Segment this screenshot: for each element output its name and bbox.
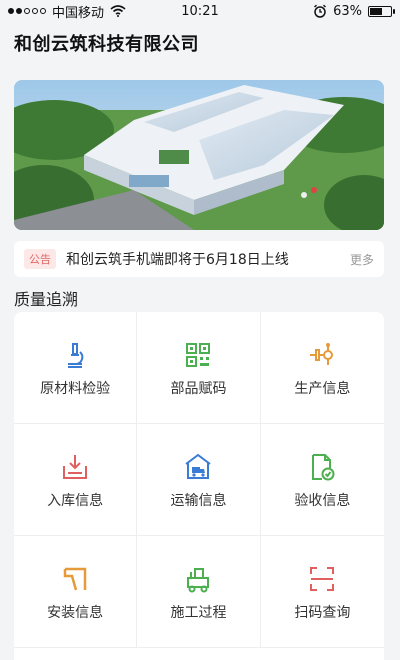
more-link[interactable]: 更多: [350, 251, 374, 268]
battery-icon: [368, 5, 395, 17]
grid-item-production-info[interactable]: 生产信息: [260, 312, 384, 424]
announcement-bar[interactable]: 公告 和创云筑手机端即将于6月18日上线 更多: [14, 241, 384, 277]
grid-item-label: 验收信息: [294, 493, 351, 509]
grid-item-label: 扫码查询: [294, 605, 351, 621]
construction-icon: [187, 568, 210, 593]
announcement-tag: 公告: [24, 249, 56, 269]
carrier-label: 中国移动: [52, 5, 105, 21]
factory-illustration: [14, 80, 384, 230]
status-bar: 中国移动 10:21 63%: [0, 0, 400, 22]
grid-item-inbound-info[interactable]: 入库信息: [14, 424, 138, 536]
microscope-icon: [68, 343, 84, 368]
company-title: 和创云筑科技有限公司: [14, 34, 199, 55]
announcement-text[interactable]: 和创云筑手机端即将于6月18日上线: [66, 249, 350, 269]
transport-icon: [185, 453, 212, 479]
grid-item-label: 安装信息: [47, 605, 104, 621]
production-icon: [310, 343, 334, 365]
grid-item-acceptance-info[interactable]: 验收信息: [260, 424, 384, 536]
grid-item-raw-material-inspection[interactable]: 原材料检验: [14, 312, 138, 424]
grid-item-label: 生产信息: [294, 381, 351, 397]
grid-item-construction-process[interactable]: 施工过程: [137, 536, 261, 648]
grid-item-transport-info[interactable]: 运输信息: [137, 424, 261, 536]
grid-item-label: 原材料检验: [40, 381, 111, 397]
grid-item-scan-query[interactable]: 扫码查询: [260, 536, 384, 648]
grid-item-label: 入库信息: [47, 493, 104, 509]
signal-icon: [8, 8, 46, 14]
status-right: 63%: [313, 3, 395, 19]
section-title: 质量追溯: [14, 290, 79, 309]
inbound-icon: [63, 455, 88, 479]
wifi-icon: [110, 5, 126, 17]
scan-icon: [310, 567, 335, 591]
grid-item-part-coding[interactable]: 部品赋码: [137, 312, 261, 424]
grid-item-install-info[interactable]: 安装信息: [14, 536, 138, 648]
status-left: 中国移动: [8, 2, 126, 21]
grid-item-label: 施工过程: [170, 605, 227, 621]
banner-image[interactable]: [14, 80, 384, 230]
quality-trace-grid: 原材料检验 部品赋码 生产信息 入库信息 运输信息 验收信息 安装信息 施工过程…: [14, 312, 384, 660]
qr-code-icon: [186, 343, 211, 367]
alarm-icon: [314, 4, 327, 18]
battery-percent: 63%: [333, 3, 362, 19]
grid-item-label: 运输信息: [170, 493, 227, 509]
install-icon: [63, 567, 87, 591]
acceptance-icon: [312, 454, 335, 481]
grid-item-label: 部品赋码: [170, 381, 227, 397]
